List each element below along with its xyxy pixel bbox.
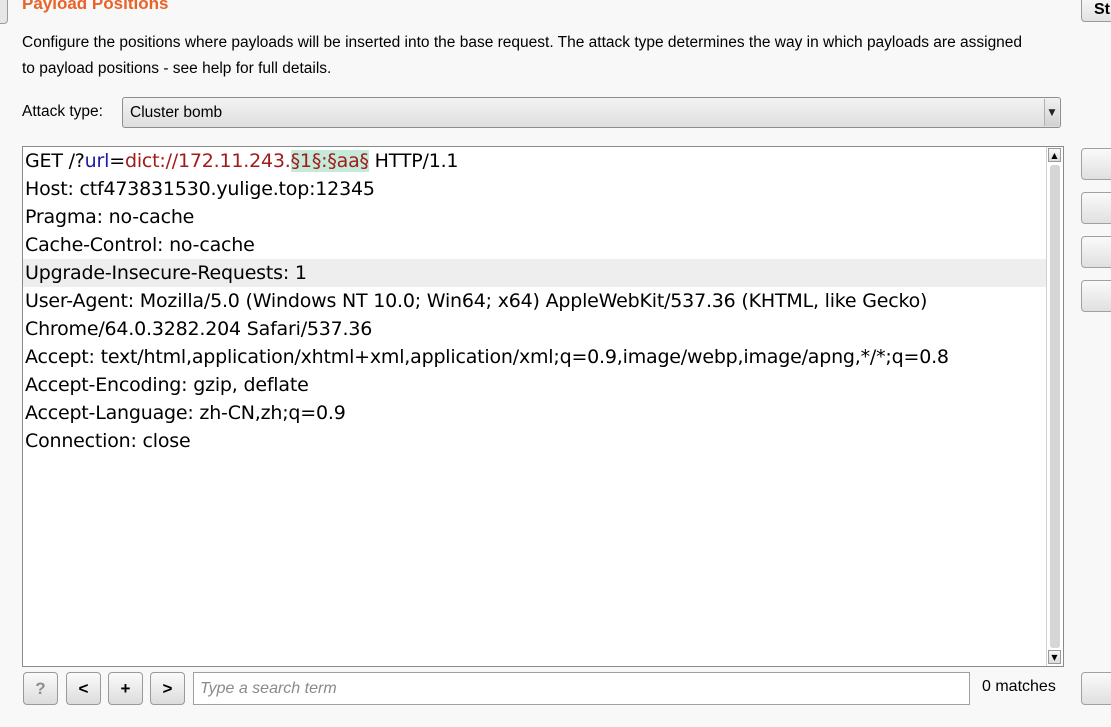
header-line[interactable]: Pragma: no-cache (23, 203, 1047, 231)
refresh-button[interactable] (1081, 280, 1111, 312)
param-equals: = (109, 150, 125, 172)
options-button[interactable] (1081, 672, 1111, 705)
section-description: Configure the positions where payloads w… (22, 34, 1023, 77)
scroll-thumb[interactable] (1050, 165, 1060, 648)
next-match-button[interactable]: > (150, 672, 185, 705)
attack-type-value: Cluster bomb (130, 104, 223, 121)
header-line[interactable]: Accept-Encoding: gzip, deflate (23, 371, 1047, 399)
request-editor[interactable]: GET /?url=dict://172.11.243.§1§:§aa§ HTT… (22, 146, 1064, 667)
previous-match-button[interactable]: < (66, 672, 101, 705)
match-count: 0 matches (982, 678, 1056, 695)
payload-marker[interactable]: §1§ (290, 150, 321, 172)
header-line[interactable]: Connection: close (23, 427, 1047, 455)
header-line[interactable]: Chrome/64.0.3282.204 Safari/537.36 (23, 315, 1047, 343)
auto-marker-button[interactable] (1081, 236, 1111, 268)
clear-markers-button[interactable] (1081, 192, 1111, 224)
add-search-button[interactable]: + (108, 672, 143, 705)
header-line[interactable]: Accept-Language: zh-CN,zh;q=0.9 (23, 399, 1047, 427)
section-title: Payload Positions (22, 0, 169, 13)
header-line-current[interactable]: Upgrade-Insecure-Requests: 1 (23, 259, 1047, 287)
param-value: dict://172.11.243. (124, 150, 291, 172)
vertical-scrollbar[interactable]: ▲ ▼ (1046, 147, 1063, 666)
request-line[interactable]: GET /?url=dict://172.11.243.§1§:§aa§ HTT… (23, 147, 1047, 175)
request-lines: GET /?url=dict://172.11.243.§1§:§aa§ HTT… (23, 147, 1047, 455)
header-line[interactable]: Cache-Control: no-cache (23, 231, 1047, 259)
attack-type-select[interactable]: Cluster bomb ▼ (122, 97, 1061, 128)
scroll-down-icon[interactable]: ▼ (1048, 650, 1061, 664)
dropdown-arrow-icon[interactable]: ▼ (1044, 99, 1059, 126)
payload-marker[interactable]: §aa§ (327, 150, 369, 172)
start-attack-button[interactable]: St (1081, 0, 1111, 22)
scroll-up-icon[interactable]: ▲ (1048, 148, 1061, 162)
header-line[interactable]: Accept: text/html,application/xhtml+xml,… (23, 343, 1047, 371)
collapse-button[interactable] (0, 0, 8, 24)
header-line[interactable]: Host: ctf473831530.yulige.top:12345 (23, 175, 1047, 203)
header-line[interactable]: User-Agent: Mozilla/5.0 (Windows NT 10.0… (23, 287, 1047, 315)
search-input[interactable] (193, 672, 970, 705)
param-name: url (84, 150, 110, 172)
http-version: HTTP/1.1 (368, 150, 459, 172)
request-method: GET /? (25, 150, 85, 172)
attack-type-label: Attack type: (22, 103, 103, 120)
add-marker-button[interactable] (1081, 148, 1111, 180)
help-button[interactable]: ? (23, 672, 58, 705)
